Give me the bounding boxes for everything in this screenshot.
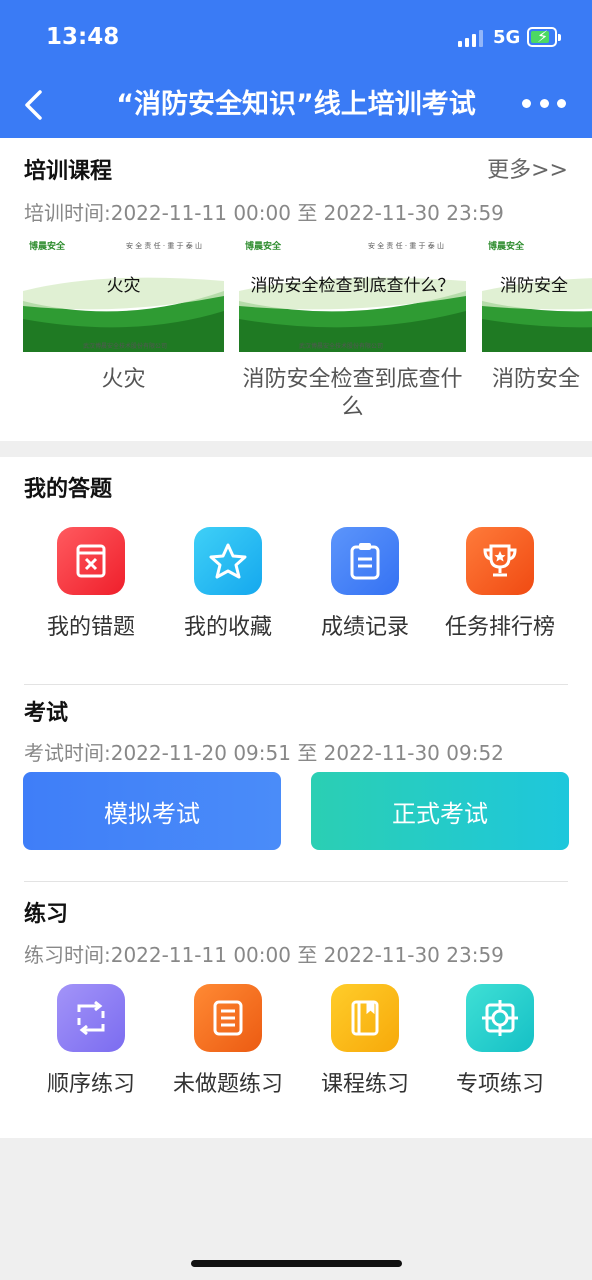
thumb-title: 消防安全检查到底查什么？ — [250, 276, 455, 296]
book-icon — [331, 984, 399, 1052]
battery-icon: ⚡ — [527, 27, 561, 47]
network-type: 5G — [493, 27, 521, 48]
star-icon — [194, 527, 262, 595]
status-time: 13:48 — [46, 24, 120, 50]
thumb-brand: 博晨安全 — [245, 242, 282, 252]
wrong-questions-button[interactable]: 我的错题 — [23, 527, 159, 641]
more-options-icon[interactable] — [522, 96, 566, 110]
special-practice-button[interactable]: 专项练习 — [432, 984, 568, 1098]
thumb-brand: 博晨安全 — [488, 242, 525, 252]
leaderboard-label: 任务排行榜 — [444, 615, 555, 640]
mock-exam-button[interactable]: 模拟考试 — [23, 772, 281, 850]
exam-time: 考试时间:2022-11-20 09:51 至 2022-11-30 09:52 — [24, 741, 504, 765]
answers-title: 我的答题 — [24, 477, 113, 502]
course-thumbnail: 博晨安全 消防安全 — [482, 231, 592, 352]
home-indicator[interactable] — [191, 1260, 402, 1267]
thumb-slogan: 安 全 责 任 · 重 于 泰 山 — [367, 242, 444, 250]
favorites-label: 我的收藏 — [183, 615, 272, 640]
course-thumbnail: 博晨安全 安 全 责 任 · 重 于 泰 山 火灾 武汉博晨安全技术股份有限公司 — [23, 231, 224, 352]
thumb-brand: 博晨安全 — [29, 242, 66, 252]
sequence-icon — [57, 984, 125, 1052]
course-name: 消防安全 — [492, 367, 581, 392]
document-icon — [194, 984, 262, 1052]
course-card[interactable]: 博晨安全 消防安全 消防安全 — [482, 231, 592, 394]
thumb-slogan: 安 全 责 任 · 重 于 泰 山 — [125, 242, 202, 250]
wrong-questions-label: 我的错题 — [46, 615, 135, 640]
main-section: 我的答题 我的错题 我的收藏 成绩记录 任务排行榜 考试 考试时间:2022-1… — [0, 457, 592, 1138]
sequential-practice-label: 顺序练习 — [46, 1072, 135, 1097]
divider — [24, 881, 568, 882]
course-thumbnail: 博晨安全 安 全 责 任 · 重 于 泰 山 消防安全检查到底查什么？ 武汉博晨… — [239, 231, 466, 352]
more-courses-link[interactable]: 更多>> — [487, 152, 568, 184]
sequential-practice-button[interactable]: 顺序练习 — [23, 984, 159, 1098]
divider — [24, 684, 568, 685]
course-name: 火灾 — [101, 367, 146, 392]
course-card[interactable]: 博晨安全 安 全 责 任 · 重 于 泰 山 火灾 武汉博晨安全技术股份有限公司… — [23, 231, 224, 394]
exam-title: 考试 — [24, 701, 69, 726]
special-practice-label: 专项练习 — [455, 1072, 544, 1097]
app-header: 13:48 5G ⚡ “消防安全知识”线上培训考试 — [0, 0, 592, 138]
wrong-questions-icon — [57, 527, 125, 595]
practice-title: 练习 — [24, 902, 69, 927]
score-records-button[interactable]: 成绩记录 — [297, 527, 433, 641]
thumb-title: 火灾 — [106, 276, 141, 296]
course-practice-label: 课程练习 — [320, 1072, 409, 1097]
training-title: 培训课程 — [24, 159, 113, 184]
back-icon[interactable] — [18, 84, 54, 126]
course-practice-button[interactable]: 课程练习 — [297, 984, 433, 1098]
course-name: 消防安全检查到底查什么 — [242, 367, 463, 420]
signal-icon — [458, 30, 483, 47]
page-title: “消防安全知识”线上培训考试 — [116, 89, 476, 120]
practice-time: 练习时间:2022-11-11 00:00 至 2022-11-30 23:59 — [24, 943, 504, 967]
formal-exam-button[interactable]: 正式考试 — [311, 772, 569, 850]
favorites-button[interactable]: 我的收藏 — [160, 527, 296, 641]
thumb-footer: 武汉博晨安全技术股份有限公司 — [83, 343, 168, 350]
unanswered-practice-button[interactable]: 未做题练习 — [160, 984, 296, 1098]
score-records-label: 成绩记录 — [320, 615, 409, 640]
thumb-title: 消防安全 — [500, 276, 568, 296]
trophy-icon — [466, 527, 534, 595]
thumb-footer: 武汉博晨安全技术股份有限公司 — [299, 343, 384, 350]
unanswered-practice-label: 未做题练习 — [172, 1072, 283, 1097]
clipboard-icon — [331, 527, 399, 595]
leaderboard-button[interactable]: 任务排行榜 — [432, 527, 568, 641]
training-time: 培训时间:2022-11-11 00:00 至 2022-11-30 23:59 — [24, 201, 504, 225]
course-card[interactable]: 博晨安全 安 全 责 任 · 重 于 泰 山 消防安全检查到底查什么？ 武汉博晨… — [239, 231, 466, 422]
training-section: 培训课程 更多>> 培训时间:2022-11-11 00:00 至 2022-1… — [0, 138, 592, 441]
target-icon — [466, 984, 534, 1052]
